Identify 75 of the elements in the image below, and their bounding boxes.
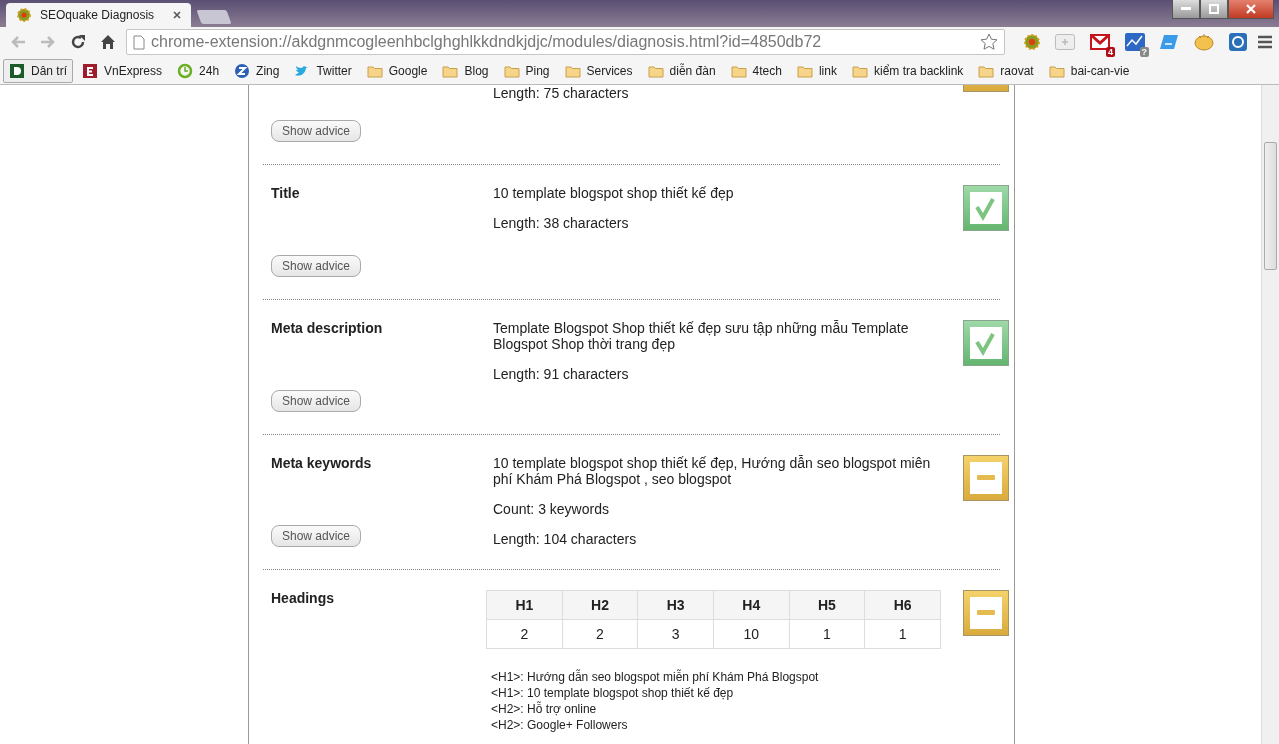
bookmark[interactable]: raovat — [972, 58, 1040, 83]
section-label: Title — [271, 185, 300, 201]
table-header: H3 — [637, 590, 714, 620]
heading-entry: <H2>: Google+ Followers — [491, 717, 629, 733]
menu-icon[interactable] — [1257, 35, 1273, 49]
letter-d-icon — [9, 62, 25, 79]
show-advice-button[interactable]: Show advice — [271, 255, 362, 277]
page-icon — [133, 34, 145, 50]
gear-icon — [16, 7, 32, 23]
bookmark[interactable]: link — [790, 58, 843, 83]
scrollbar[interactable] — [1261, 85, 1279, 744]
badge: ? — [1139, 47, 1149, 57]
table-header: H2 — [562, 590, 638, 620]
bookmark[interactable]: diễn đàn — [641, 58, 722, 83]
heading-entry: <H1>: 10 template blogspot shop thiết kế đẹp — [491, 685, 735, 701]
section-value: Length: 91 characters — [493, 366, 630, 382]
bookmark[interactable]: Services — [558, 58, 639, 83]
table-cell: 1 — [789, 619, 865, 649]
power-icon[interactable] — [1229, 33, 1247, 51]
bookmark[interactable]: Google — [360, 58, 434, 83]
section-label: Meta description — [271, 320, 383, 336]
table-header: H6 — [864, 590, 941, 620]
table-cell: 3 — [637, 619, 714, 649]
table-cell: 2 — [562, 619, 638, 649]
section-value: Length: 75 characters — [493, 85, 630, 101]
bookmark[interactable]: Twitter — [288, 58, 358, 83]
table-cell: 1 — [864, 619, 941, 649]
table-header: H1 — [486, 590, 563, 620]
chart-icon[interactable] — [1125, 33, 1145, 51]
new-tab-button[interactable] — [196, 10, 232, 24]
maximize-icon — [1209, 4, 1219, 14]
bookmark[interactable]: VnExpress — [76, 58, 169, 83]
section-label: Headings — [271, 590, 334, 606]
close-icon[interactable] — [173, 11, 181, 19]
bookmark[interactable]: bai-can-vie — [1042, 58, 1136, 83]
table-header: H5 — [789, 590, 865, 620]
maximize-button[interactable] — [1200, 0, 1228, 19]
mail-icon[interactable] — [1089, 33, 1111, 51]
bookmark[interactable]: Ping — [497, 58, 556, 83]
letter-e-icon — [82, 62, 98, 79]
gear-icon[interactable] — [1023, 33, 1041, 51]
show-advice-button[interactable]: Show advice — [271, 390, 362, 412]
section-value: Count: 3 keywords — [493, 501, 610, 517]
section-value: Length: 38 characters — [493, 215, 630, 231]
bookmark[interactable]: 4tech — [724, 58, 788, 83]
table-header: H4 — [713, 590, 790, 620]
table-cell: 2 — [486, 619, 563, 649]
bookmark[interactable]: Zing — [228, 58, 286, 83]
star-icon[interactable] — [980, 33, 998, 51]
scrollbar-thumb[interactable] — [1264, 142, 1277, 270]
section-value: 10 template blogspot shop thiết kế đẹp — [493, 185, 735, 201]
show-advice-button[interactable]: Show advice — [271, 525, 362, 547]
bookmark[interactable]: Blog — [436, 58, 495, 83]
show-advice-button[interactable]: Show advice — [271, 120, 362, 142]
heading-entry: <H2>: Hỗ trợ online — [491, 701, 598, 717]
section-value: Length: 104 characters — [493, 531, 638, 547]
close-button[interactable] — [1228, 0, 1274, 19]
reload-icon[interactable] — [70, 34, 86, 50]
bookmark[interactable]: 24h — [171, 58, 226, 83]
bookmark[interactable]: kiểm tra backlink — [845, 58, 970, 83]
bookmark[interactable]: Dân trí — [3, 58, 73, 83]
section-label: Meta keywords — [271, 455, 372, 471]
minimize-icon — [1181, 7, 1191, 11]
heading-entry: <H1>: Hướng dẫn seo blogspot miễn phí Khám Phá Blogspot — [491, 669, 820, 685]
letter-z-icon — [234, 62, 251, 79]
close-icon — [1246, 4, 1256, 14]
home-icon[interactable] — [100, 34, 116, 50]
badge: 4 — [1106, 47, 1115, 57]
address-bar[interactable]: chrome-extension://akdgnmcogleenhbclghghlkkdndkjdjc/modules/diagnosis.html?id=4850db72 — [126, 29, 1005, 55]
browser-tab[interactable]: SEOquake Diagnosis — [6, 3, 191, 27]
clock-icon — [177, 62, 194, 79]
table-cell: 10 — [713, 619, 790, 649]
section-value: Template Blogspot Shop thiết kế đẹp sưu tập những mẫu Template Blogspot Shop thời trang đẹp — [493, 320, 910, 352]
section-value: 10 template blogspot shop thiết kế đẹp, Hướng dẫn seo blogspot miên phí Khám Phá Blogspot , seo blogspot — [493, 455, 932, 487]
minimize-button[interactable] — [1172, 0, 1200, 19]
